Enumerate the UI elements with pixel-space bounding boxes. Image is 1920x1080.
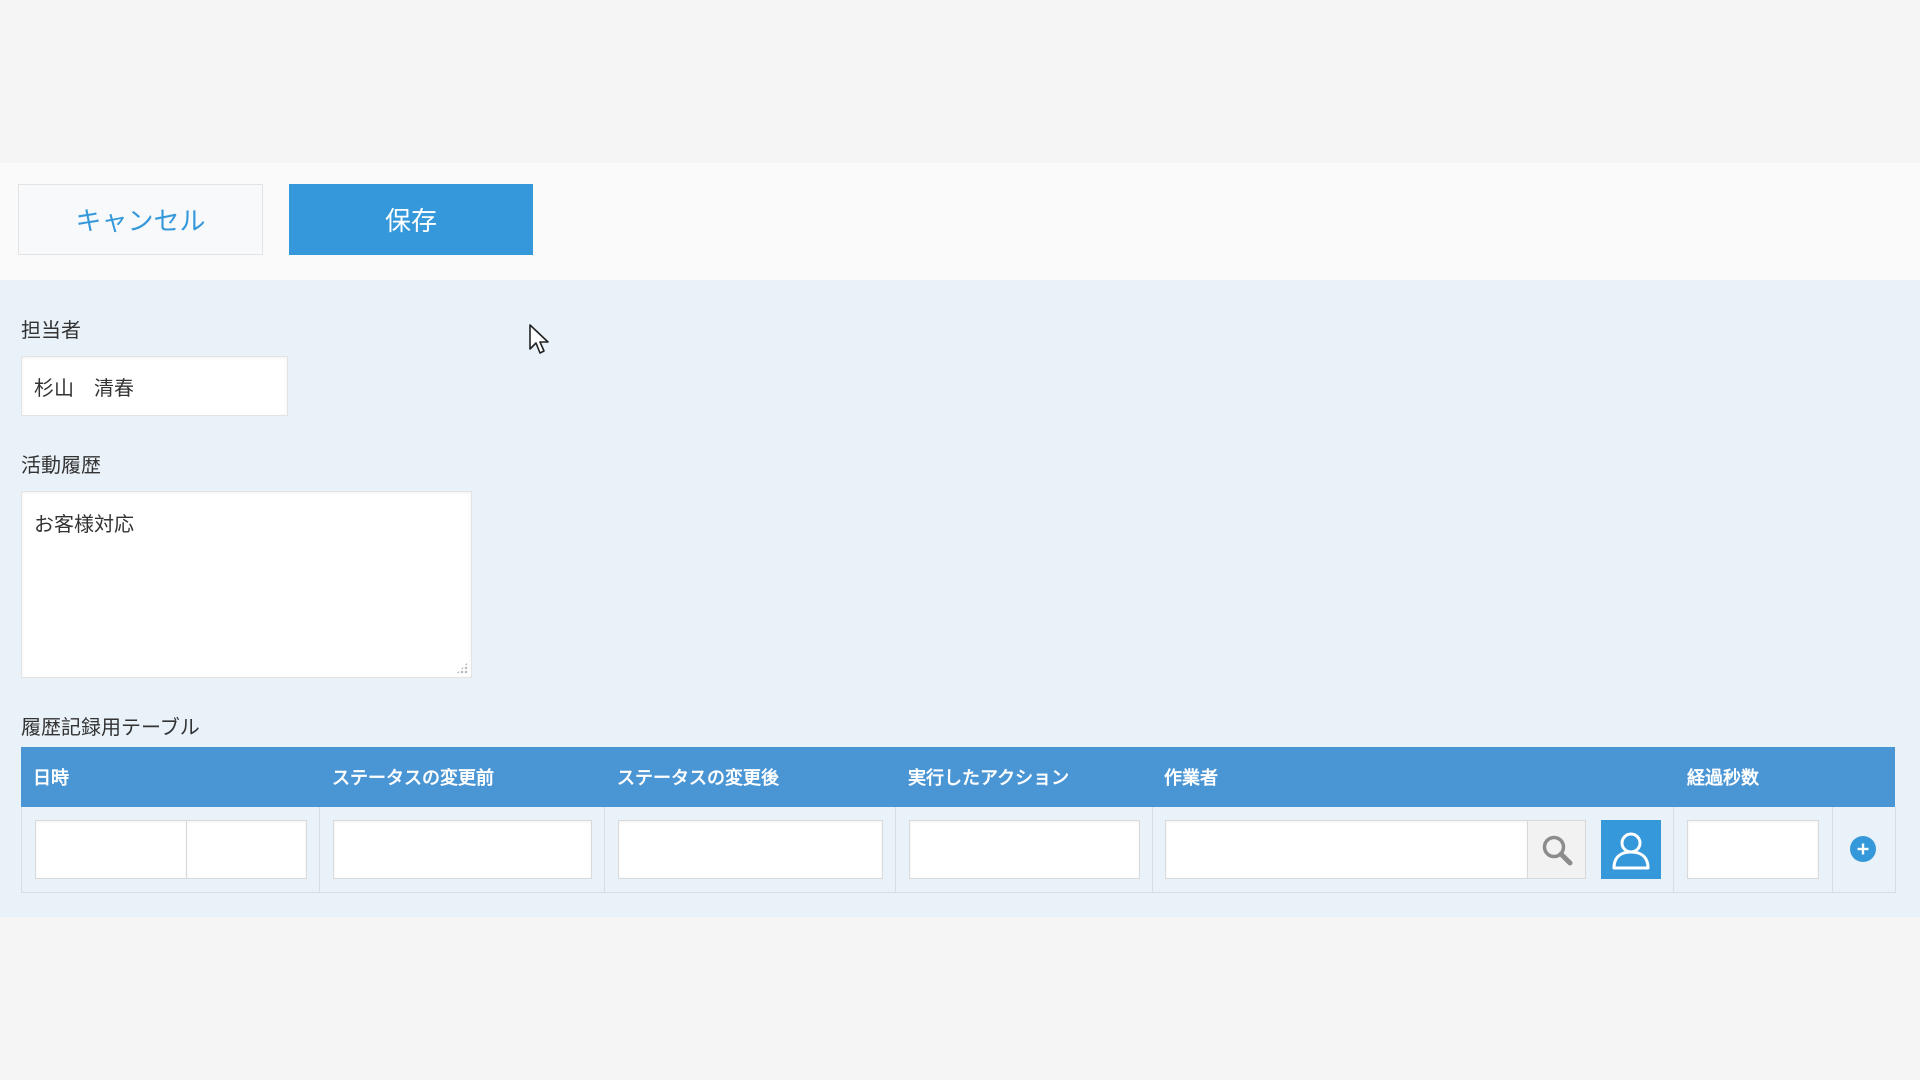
date-input[interactable]: [35, 820, 187, 879]
status-before-input[interactable]: [333, 820, 592, 879]
column-header-worker: 作業者: [1164, 768, 1218, 789]
status-after-input[interactable]: [618, 820, 883, 879]
user-select-button[interactable]: [1601, 820, 1661, 879]
save-button[interactable]: 保存: [289, 184, 533, 255]
column-header-status-before: ステータスの変更前: [332, 768, 494, 789]
column-header-datetime: 日時: [33, 768, 69, 789]
search-icon: [1542, 835, 1572, 865]
column-header-elapsed-seconds: 経過秒数: [1687, 768, 1759, 789]
worker-input[interactable]: [1165, 820, 1528, 879]
assignee-label: 担当者: [21, 318, 81, 342]
elapsed-seconds-input[interactable]: [1687, 820, 1819, 879]
cell-divider: [1152, 807, 1153, 893]
action-input[interactable]: [909, 820, 1140, 879]
cell-divider: [604, 807, 605, 893]
mouse-pointer-icon: [529, 324, 549, 354]
time-input[interactable]: [186, 820, 307, 879]
plus-circle-icon: [1857, 843, 1869, 855]
record-form: 担当者 杉山 清春 活動履歴 お客様対応 履歴記録用テーブル 日時 ステータスの…: [0, 280, 1920, 917]
form-toolbar: キャンセル 保存: [0, 163, 1920, 280]
activity-text: お客様対応: [34, 512, 134, 536]
user-icon: [1612, 832, 1650, 869]
table-row: [21, 807, 1896, 893]
add-row-button[interactable]: [1850, 836, 1876, 862]
cell-divider: [1673, 807, 1674, 893]
cell-divider: [895, 807, 896, 893]
resize-grip-icon[interactable]: [456, 662, 468, 674]
cell-divider: [1895, 807, 1896, 893]
table-header: 日時 ステータスの変更前 ステータスの変更後 実行したアクション 作業者 経過秒…: [21, 747, 1895, 807]
column-header-action: 実行したアクション: [908, 768, 1070, 789]
activity-label: 活動履歴: [21, 453, 101, 477]
column-header-status-after: ステータスの変更後: [617, 768, 779, 789]
activity-textarea[interactable]: お客様対応: [21, 491, 472, 678]
worker-search-button[interactable]: [1528, 820, 1586, 879]
cell-divider: [319, 807, 320, 893]
cell-divider: [1832, 807, 1833, 893]
assignee-field[interactable]: 杉山 清春: [21, 356, 288, 416]
table-label: 履歴記録用テーブル: [21, 715, 200, 739]
cancel-button[interactable]: キャンセル: [18, 184, 263, 255]
